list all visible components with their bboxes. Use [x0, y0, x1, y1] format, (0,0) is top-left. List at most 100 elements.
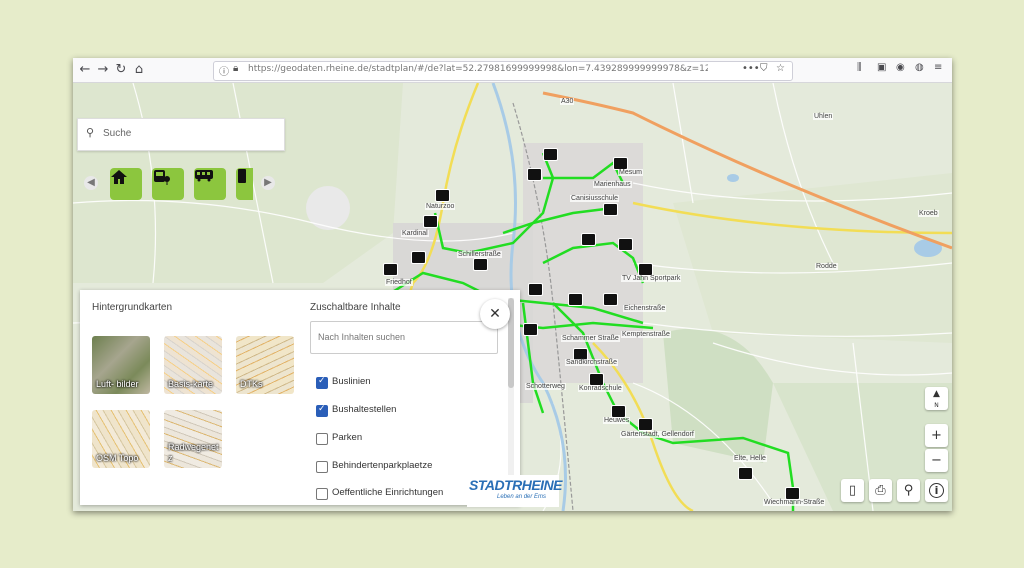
checkbox[interactable] [316, 488, 328, 500]
bookmark-star-icon[interactable]: ☆ [776, 63, 785, 74]
map-label: Kroeb [918, 210, 939, 217]
bus-stop-marker[interactable] [581, 233, 596, 246]
page-info-icon[interactable]: ⓘ [219, 63, 229, 78]
map-search-box[interactable]: ⚲ Suche [77, 118, 285, 151]
basemap-cycle-network[interactable]: Radwegenet z [164, 410, 222, 468]
bus-stop-marker[interactable] [738, 467, 753, 480]
url-bar[interactable]: ⓘ 🔒︎ https://geodaten.rheine.de/stadtpla… [213, 61, 793, 81]
reload-button[interactable]: ↻ [113, 62, 129, 78]
map-label: A30 [560, 98, 575, 105]
location-pin-icon: ⚲ [903, 483, 914, 498]
sidebar-icon[interactable]: ▣ [877, 62, 886, 73]
forward-button[interactable]: → [95, 62, 111, 78]
map-label: Schammer Straße [561, 335, 620, 342]
bus-stop-marker[interactable] [473, 258, 488, 271]
map-label: Schotterweg [525, 383, 566, 390]
library-icon[interactable]: ⫼ [857, 62, 862, 73]
layer-label: Buslinien [332, 376, 371, 387]
basemap-label: OSM Topo [96, 453, 139, 463]
basemap-base[interactable]: Basis-karte [164, 336, 222, 394]
search-icon: ⚲ [86, 126, 95, 139]
info-icon: i [929, 483, 944, 498]
bus-stop-marker[interactable] [523, 323, 538, 336]
map-label: Elte, Helle [733, 455, 767, 462]
bus-stop-marker[interactable] [568, 293, 583, 306]
layer-label: Bushaltestellen [332, 404, 397, 415]
bus-stop-marker[interactable] [603, 203, 618, 216]
bus-stop-marker[interactable] [638, 418, 653, 431]
checkbox[interactable] [316, 433, 328, 445]
location-button[interactable]: ⚲ [897, 479, 920, 502]
parking-icon [238, 169, 246, 183]
print-icon: ⎙ [875, 483, 886, 498]
zoom-in-button[interactable]: + [925, 424, 948, 447]
map-label: Uhlen [813, 113, 834, 120]
map-label: Naturzoo [425, 203, 456, 210]
toggle-content-title: Zuschaltbare Inhalte [310, 302, 401, 313]
basemap-label: Luft- bilder [96, 379, 139, 389]
bus-stop-marker[interactable] [423, 215, 438, 228]
scroll-left-icon[interactable]: ◀ [84, 176, 98, 190]
extension-icon[interactable]: ◍ [915, 62, 924, 73]
back-button[interactable]: ← [77, 62, 93, 78]
bus-stop-icon [154, 170, 170, 185]
compass-icon: ▲ [933, 389, 940, 399]
map-label: Heuwes [603, 417, 631, 424]
map-label: TV Jahn Sportpark [621, 275, 682, 282]
map-label: Kemptenstraße [621, 331, 671, 338]
scroll-right-icon[interactable]: ▶ [261, 176, 275, 190]
map-label: Friedhof [385, 279, 413, 286]
map-label: Canisiusschule [570, 195, 620, 202]
parking-quick-button[interactable] [236, 168, 253, 200]
content-search-input[interactable]: Nach Inhalten suchen [310, 321, 498, 354]
close-panel-button[interactable]: ✕ [480, 299, 510, 329]
map-label: Marienhaus [593, 181, 632, 188]
panel-scrollbar[interactable] [508, 298, 514, 498]
map-label: Gärtenstadt, Gellendorf [620, 431, 695, 438]
menu-icon[interactable]: ≡ [934, 62, 942, 73]
checkbox[interactable] [316, 404, 328, 417]
url-text[interactable]: https://geodaten.rheine.de/stadtplan/#/d… [248, 64, 708, 74]
home-button[interactable]: ⌂ [131, 62, 147, 78]
basemap-label: Radwegenet z [168, 442, 219, 463]
lock-icon: 🔒︎ [233, 63, 239, 74]
bus-stop-marker[interactable] [618, 238, 633, 251]
bus-stop-marker[interactable] [543, 148, 558, 161]
basemap-dtk[interactable]: DTKs [236, 336, 294, 394]
zoom-out-button[interactable]: − [925, 449, 948, 472]
page-actions-icon[interactable]: ••• [742, 63, 760, 74]
bus-stop-marker[interactable] [603, 293, 618, 306]
bus-stop-marker[interactable] [527, 168, 542, 181]
bus-stop-marker[interactable] [383, 263, 398, 276]
info-button[interactable]: i [925, 479, 948, 502]
bus-stop-marker[interactable] [528, 283, 543, 296]
logo-tagline: Leben an der Ems [497, 494, 547, 500]
bus-icon [195, 170, 213, 182]
print-button[interactable]: ⎙ [869, 479, 892, 502]
map-label: Eichenstraße [623, 305, 667, 312]
bus-stop-marker[interactable] [435, 189, 450, 202]
map-label: Konradschule [578, 385, 623, 392]
checkbox[interactable] [316, 461, 328, 473]
search-placeholder[interactable]: Suche [103, 128, 131, 139]
north-arrow-button[interactable]: ▲ N [925, 387, 948, 410]
browser-toolbar: ← → ↻ ⌂ ⓘ 🔒︎ https://geodaten.rheine.de/… [73, 58, 952, 83]
pocket-icon[interactable]: ⛉ [760, 63, 768, 74]
map-label: Sandkirchstraße [565, 359, 618, 366]
bus-stop-marker[interactable] [411, 251, 426, 264]
content-search-placeholder: Nach Inhalten suchen [318, 332, 406, 342]
home-icon [111, 170, 127, 184]
bus-quick-button[interactable] [194, 168, 226, 200]
bus-stop-quick-button[interactable] [152, 168, 184, 200]
basemap-aerial[interactable]: Luft- bilder [92, 336, 150, 394]
home-quick-button[interactable] [110, 168, 142, 200]
checkbox[interactable] [316, 376, 328, 389]
background-maps-title: Hintergrundkarten [92, 302, 173, 313]
bookmark-button[interactable]: ▯ [841, 479, 864, 502]
layer-panel: Hintergrundkarten Zuschaltbare Inhalte L… [80, 290, 520, 505]
basemap-osm-topo[interactable]: OSM Topo [92, 410, 150, 468]
map-label: Rodde [815, 263, 838, 270]
map-canvas[interactable]: A30 Rodde Kroeb Uhlen Naturzoo Kardinal … [73, 83, 952, 511]
account-icon[interactable]: ◉ [896, 62, 905, 73]
map-label: Kardinal [401, 230, 429, 237]
